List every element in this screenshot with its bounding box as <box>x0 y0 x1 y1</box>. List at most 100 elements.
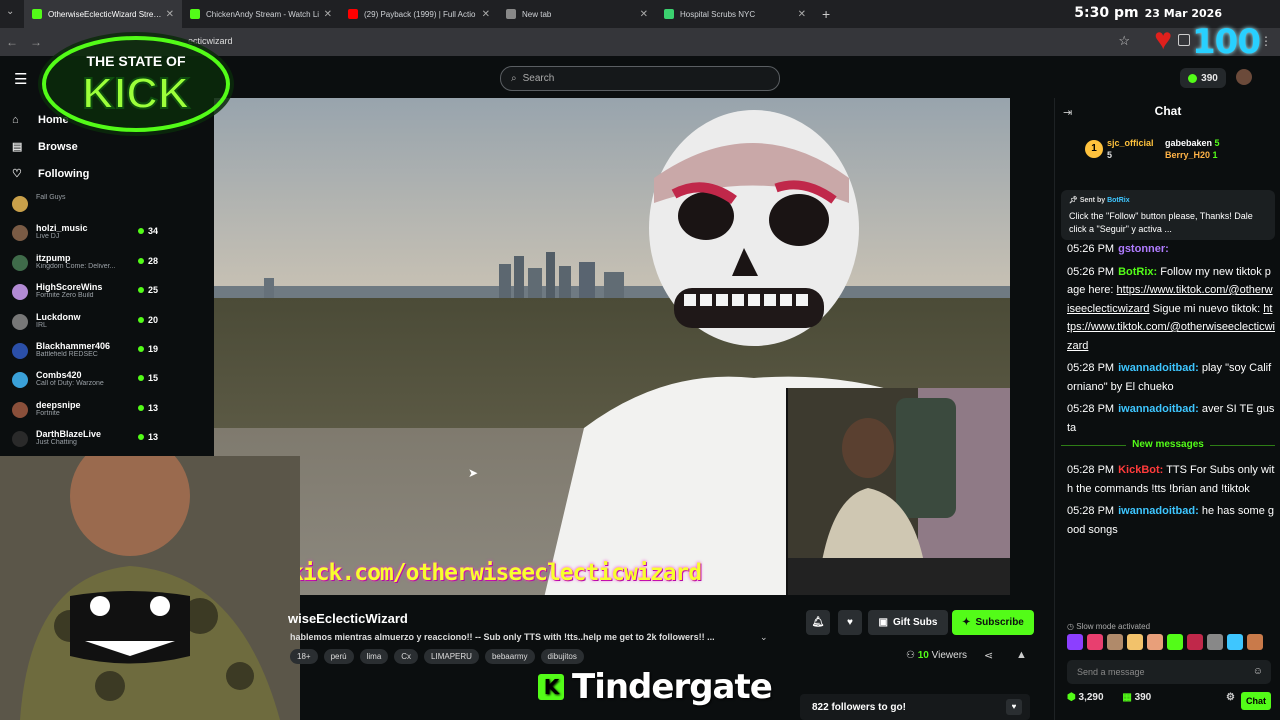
search-input[interactable]: ⌕ Search <box>500 66 780 91</box>
following-channel[interactable]: holzi_music Live DJ 34 <box>0 219 172 248</box>
chat-message: 05:26 PM gstonner: <box>1067 240 1275 259</box>
message-username[interactable]: gstonner: <box>1118 243 1169 255</box>
tab-title: New tab <box>522 9 552 19</box>
share-icon[interactable]: ⋖ <box>984 649 993 662</box>
sidebar-item-browse[interactable]: ▤ Browse <box>0 133 172 160</box>
close-tab-icon[interactable]: ✕ <box>482 9 490 20</box>
points-count: 3,290 <box>1078 692 1104 703</box>
extension-icon[interactable] <box>1178 34 1190 46</box>
channel-avatar <box>12 342 28 359</box>
search-icon: ⌕ <box>511 73 517 84</box>
tab-favicon-icon <box>190 9 200 19</box>
channel-category: IRL <box>36 321 47 329</box>
following-channel[interactable]: Combs420 Call of Duty: Warzone 15 <box>0 366 172 395</box>
clock-icon: ◷ <box>1067 622 1077 631</box>
streamer-webcam <box>786 388 1010 595</box>
emote-icon[interactable] <box>1107 634 1123 650</box>
emote-icon[interactable] <box>1147 634 1163 650</box>
message-username[interactable]: KickBot: <box>1118 464 1163 476</box>
stream-tag[interactable]: dibujitos <box>540 649 584 664</box>
channel-viewers: 25 <box>138 285 158 295</box>
message-text: Sigue mi nuevo tiktok: <box>1149 302 1264 315</box>
sidebar-item-following[interactable]: ♡ Following <box>0 160 172 187</box>
kick-coins-button[interactable]: 390 <box>1180 68 1226 88</box>
send-message-input[interactable]: Send a message ☺ <box>1067 660 1271 684</box>
browse-icon: ▤ <box>12 141 23 153</box>
browser-tab[interactable]: Hospital Scrubs NYC ✕ <box>656 0 814 28</box>
channel-viewers: 34 <box>138 226 158 236</box>
sidebar-label: Browse <box>38 140 78 153</box>
back-icon[interactable]: ← <box>0 35 24 49</box>
channel-avatar <box>12 431 28 448</box>
video-player[interactable] <box>214 98 1010 595</box>
chat-message: 05:28 PM iwannadoitbad: play "soy Califor… <box>1067 359 1275 396</box>
follow-heart-button[interactable]: ♥ <box>838 610 862 635</box>
browser-tab-bar: ⌄ OtherwiseEclecticWizard Stream ✕ Chicken… <box>0 0 1280 28</box>
emote-icon[interactable] <box>1247 634 1263 650</box>
stream-tag[interactable]: bebaarmy <box>484 649 535 664</box>
users-icon: ⚇ <box>906 650 918 661</box>
user-avatar[interactable] <box>1236 69 1252 85</box>
following-channel[interactable]: DarthBlazeLive Just Chatting 13 <box>0 425 172 454</box>
state-of-kick-logo: THE STATE OF KICK <box>38 32 234 136</box>
message-username[interactable]: iwannadoitbad: <box>1118 505 1199 517</box>
stream-tag[interactable]: LIMAPERU <box>424 649 479 664</box>
emote-icon[interactable] <box>1067 634 1083 650</box>
tab-favicon-icon <box>664 9 674 19</box>
browser-tab[interactable]: New tab ✕ <box>498 0 656 28</box>
chat-send-button[interactable]: Chat <box>1241 692 1271 710</box>
stream-tag[interactable]: 18+ <box>290 649 318 664</box>
tab-title: OtherwiseEclecticWizard Stream <box>48 9 162 19</box>
tab-search-icon[interactable]: ⌄ <box>6 6 14 17</box>
bell-icon: 🔔︎ <box>811 617 825 628</box>
following-channel[interactable]: Fall Guys <box>0 190 172 219</box>
gift-subs-label: Gift Subs <box>893 617 938 628</box>
following-channel[interactable]: itzpump Kingdom Come: Deliver... 28 <box>0 249 172 278</box>
message-username[interactable]: iwannadoitbad: <box>1118 403 1199 415</box>
new-messages-divider[interactable]: New messages <box>1061 439 1275 457</box>
chat-message: 05:28 PM iwannadoitbad: aver SI TE gusta <box>1067 400 1275 437</box>
heart-icon[interactable]: ♥ <box>1006 699 1022 715</box>
gifter-name[interactable]: gabebaken 5 <box>1165 138 1220 148</box>
browser-tab[interactable]: ChickenAndy Stream - Watch Li ✕ <box>182 0 340 28</box>
close-tab-icon[interactable]: ✕ <box>166 9 174 20</box>
close-tab-icon[interactable]: ✕ <box>798 9 806 20</box>
following-channel[interactable]: Luckdonw IRL 20 <box>0 308 172 337</box>
bookmark-star-icon[interactable]: ☆ <box>1118 33 1130 49</box>
close-tab-icon[interactable]: ✕ <box>640 9 648 20</box>
stream-title: hablemos mientras almuerzo y reacciono!!… <box>290 632 715 642</box>
message-username[interactable]: iwannadoitbad: <box>1118 362 1199 374</box>
emote-icon[interactable] <box>1167 634 1183 650</box>
emote-icon[interactable] <box>1087 634 1103 650</box>
menu-icon[interactable]: ☰ <box>14 70 27 88</box>
message-username[interactable]: BotRix: <box>1118 266 1157 278</box>
gifter-name[interactable]: sjc_official <box>1107 138 1154 148</box>
close-tab-icon[interactable]: ✕ <box>324 9 332 20</box>
gifter-name[interactable]: Berry_H20 1 <box>1165 150 1218 160</box>
browser-tab[interactable]: (29) Payback (1999) | Full Actio ✕ <box>340 0 498 28</box>
chat-message: 05:28 PM iwannadoitbad: he has some good … <box>1067 502 1275 539</box>
subscribe-button[interactable]: ✦ Subscribe <box>952 610 1034 635</box>
gift-subs-button[interactable]: ▣ Gift Subs <box>868 610 948 635</box>
following-channel[interactable]: Blackhammer406 Battlefield REDSEC 19 <box>0 337 172 366</box>
browser-tab[interactable]: OtherwiseEclecticWizard Stream ✕ <box>24 0 182 28</box>
stream-tag[interactable]: perú <box>323 649 354 664</box>
browser-menu-icon[interactable]: ⋮ <box>1260 34 1272 48</box>
report-flag-icon[interactable]: ▲ <box>1016 649 1027 661</box>
channel-viewers: 13 <box>138 432 158 442</box>
following-channel[interactable]: deepsnipe Fortnite 13 <box>0 396 172 425</box>
stream-tag[interactable]: lima <box>359 649 389 664</box>
notification-bell-button[interactable]: 🔔︎ <box>806 610 830 635</box>
stream-tag[interactable]: Cx <box>394 649 419 664</box>
new-tab-button[interactable]: + <box>822 6 830 22</box>
expand-title-icon[interactable]: ⌄ <box>760 632 768 643</box>
message-time: 05:26 PM <box>1067 265 1115 278</box>
emote-icon[interactable] <box>1127 634 1143 650</box>
channel-name[interactable]: wiseEclecticWizard <box>288 611 408 626</box>
settings-gear-icon[interactable]: ⚙ <box>1226 692 1235 703</box>
emote-icon[interactable] <box>1187 634 1203 650</box>
emoji-icon[interactable]: ☺ <box>1253 666 1263 677</box>
following-channel[interactable]: HighScoreWins Fortnite Zero Build 25 <box>0 278 172 307</box>
emote-icon[interactable] <box>1207 634 1223 650</box>
emote-icon[interactable] <box>1227 634 1243 650</box>
